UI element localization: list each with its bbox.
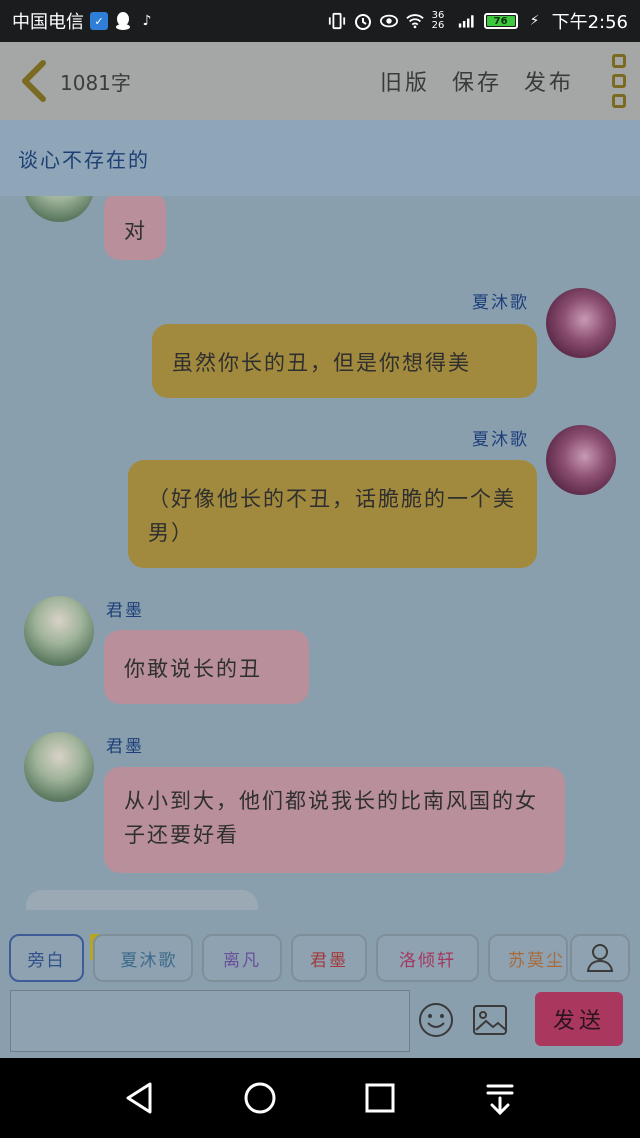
vibrate-icon	[328, 12, 346, 30]
charging-icon: ⚡	[529, 13, 540, 29]
home-circle-icon[interactable]	[240, 1078, 280, 1118]
input-row: 发送	[0, 986, 640, 1058]
wifi-icon	[405, 12, 424, 30]
editor-header: 1081字 旧版 保存 发布	[0, 42, 640, 120]
message-bubble[interactable]: （好像他长的不丑，话脆脆的一个美男）	[128, 460, 537, 568]
save-button[interactable]: 保存	[452, 65, 502, 97]
role-chip-sumochen[interactable]: 苏莫尘	[488, 934, 568, 982]
message-bubble[interactable]: 对	[104, 196, 166, 260]
avatar[interactable]	[24, 732, 94, 802]
speaker-name: 君墨	[106, 601, 144, 621]
send-button[interactable]: 发送	[535, 992, 623, 1046]
role-chip-narrator[interactable]: 旁白	[9, 934, 84, 982]
role-chip-lifan[interactable]: 离凡	[202, 934, 282, 982]
avatar[interactable]	[24, 196, 94, 222]
alarm-icon	[354, 12, 372, 30]
recents-square-icon[interactable]	[360, 1078, 400, 1118]
signal-label: 36 26	[431, 10, 445, 31]
speaker-name: 夏沐歌	[472, 293, 529, 313]
status-bar: 中国电信 ✓ ♪ 36 26 76 ⚡ 下午2:56	[0, 0, 640, 42]
carrier-label: 中国电信	[12, 12, 84, 33]
speaker-name: 君墨	[106, 737, 144, 757]
menu-dot-icon	[612, 74, 626, 88]
notification-pulldown-icon[interactable]	[480, 1078, 520, 1118]
menu-dot-icon	[612, 54, 626, 68]
more-menu-button[interactable]	[612, 54, 626, 108]
story-title[interactable]: 谈心不存在的	[0, 120, 640, 196]
avatar[interactable]	[24, 596, 94, 666]
shield-icon: ✓	[90, 12, 108, 30]
manage-roles-button[interactable]	[570, 934, 630, 982]
person-icon	[586, 944, 614, 972]
message-bubble[interactable]: 虽然你长的丑，但是你想得美	[152, 324, 537, 398]
role-chip-luoqingxuan[interactable]: 洛倾轩	[376, 934, 479, 982]
avatar[interactable]	[546, 425, 616, 495]
back-button[interactable]	[14, 56, 54, 106]
avatar[interactable]	[546, 288, 616, 358]
back-triangle-icon[interactable]	[120, 1078, 160, 1118]
speaker-name: 夏沐歌	[472, 430, 529, 450]
message-bubble[interactable]: 你敢说长的丑	[104, 630, 309, 704]
clock-label: 下午2:56	[551, 12, 628, 33]
system-nav-bar	[0, 1058, 640, 1138]
image-icon[interactable]	[472, 1004, 508, 1036]
role-chip-junmo[interactable]: 君墨	[291, 934, 367, 982]
eye-icon	[379, 12, 398, 30]
emoji-icon[interactable]	[418, 1002, 454, 1038]
word-count: 1081字	[60, 70, 131, 95]
message-bubble[interactable]: 从小到大，他们都说我长的比南风国的女子还要好看	[104, 767, 565, 873]
tiktok-icon: ♪	[142, 13, 152, 29]
chevron-left-icon	[22, 60, 46, 102]
battery-icon: 76	[483, 13, 518, 29]
menu-dot-icon	[612, 94, 626, 108]
message-bubble-partial[interactable]	[26, 890, 258, 910]
publish-button[interactable]: 发布	[524, 65, 574, 97]
chat-list[interactable]: 对 夏沐歌 虽然你长的丑，但是你想得美 夏沐歌 （好像他长的不丑，话脆脆的一个美…	[0, 196, 640, 910]
old-version-button[interactable]: 旧版	[380, 65, 430, 97]
signal-icon	[458, 12, 476, 30]
message-input[interactable]	[10, 990, 410, 1052]
qq-icon	[114, 12, 132, 30]
role-chip-xiamuge[interactable]: 夏沐歌	[93, 934, 193, 982]
